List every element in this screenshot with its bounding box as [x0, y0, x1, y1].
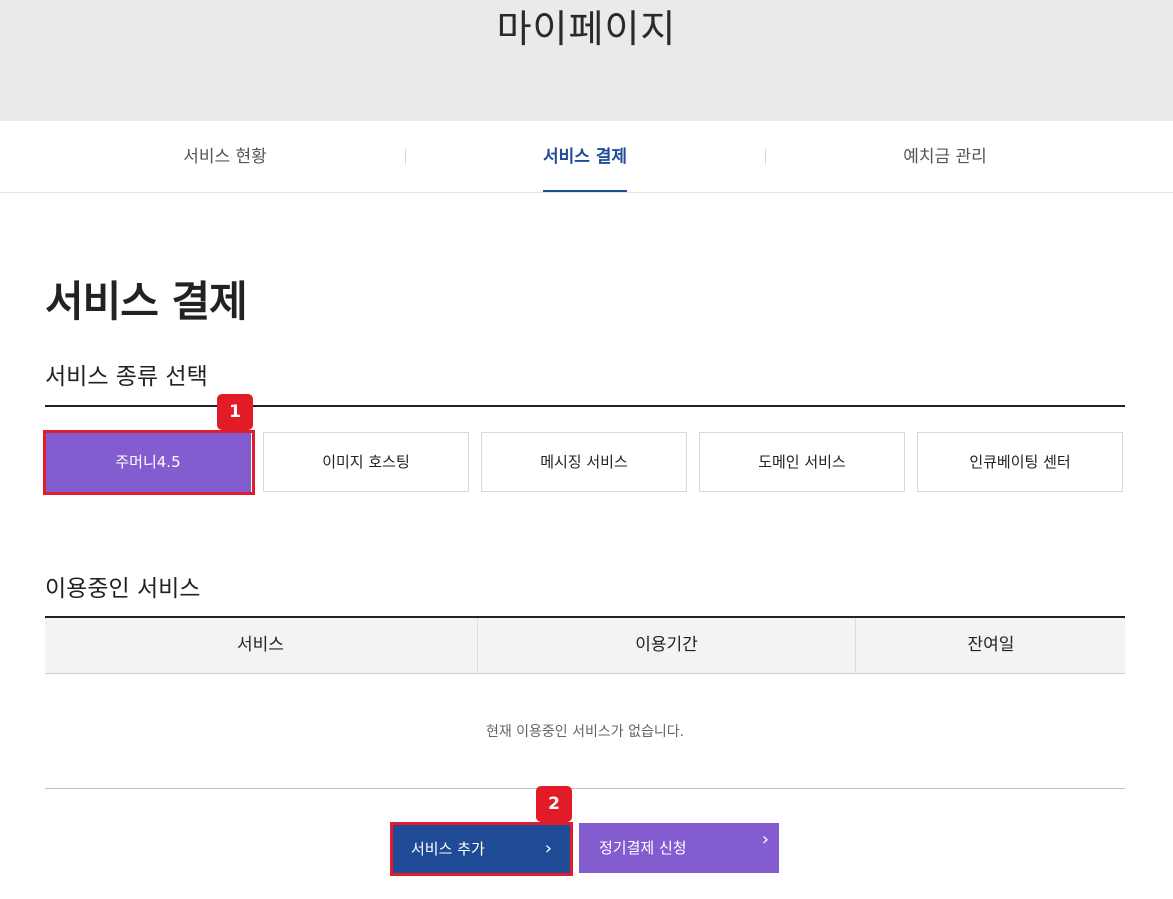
hero-title: 마이페이지 [496, 7, 677, 51]
table-empty-row: 현재 이용중인 서비스가 없습니다. [45, 674, 1125, 789]
chevron-right-icon: › [761, 829, 769, 850]
column-header-period: 이용기간 [477, 618, 855, 673]
highlight-box-1 [43, 430, 255, 495]
page-title: 서비스 결제 [45, 277, 248, 326]
tab-label: 서비스 결제 [542, 121, 628, 192]
in-use-heading: 이용중인 서비스 [45, 576, 201, 602]
service-type-domain[interactable]: 도메인 서비스 [699, 432, 905, 492]
step-marker-1: 1 [217, 394, 253, 430]
services-table-header: 서비스 이용기간 잔여일 [45, 618, 1125, 674]
section-divider [45, 405, 1125, 407]
empty-message: 현재 이용중인 서비스가 없습니다. [485, 724, 685, 740]
service-type-image-hosting[interactable]: 이미지 호스팅 [263, 432, 469, 492]
service-type-incubating[interactable]: 인큐베이팅 센터 [917, 432, 1123, 492]
service-type-messaging[interactable]: 메시징 서비스 [481, 432, 687, 492]
tab-label: 서비스 현황 [183, 147, 267, 167]
subscription-label: 정기결제 신청 [599, 839, 687, 857]
tab-deposit-management[interactable]: 예치금 관리 [765, 121, 1125, 192]
tab-label: 예치금 관리 [903, 147, 987, 167]
service-type-heading: 서비스 종류 선택 [45, 364, 208, 390]
highlight-box-2 [390, 822, 573, 876]
subscription-payment-button[interactable]: 정기결제 신청 › [579, 823, 779, 873]
column-header-service: 서비스 [237, 635, 284, 655]
tab-service-status[interactable]: 서비스 현황 [45, 121, 405, 192]
hero-banner: 마이페이지 [0, 0, 1173, 121]
tab-service-payment[interactable]: 서비스 결제 [405, 121, 765, 192]
step-marker-2: 2 [536, 786, 572, 822]
tab-bar: 서비스 현황 서비스 결제 예치금 관리 [0, 121, 1173, 193]
column-header-remaining: 잔여일 [855, 618, 1126, 673]
